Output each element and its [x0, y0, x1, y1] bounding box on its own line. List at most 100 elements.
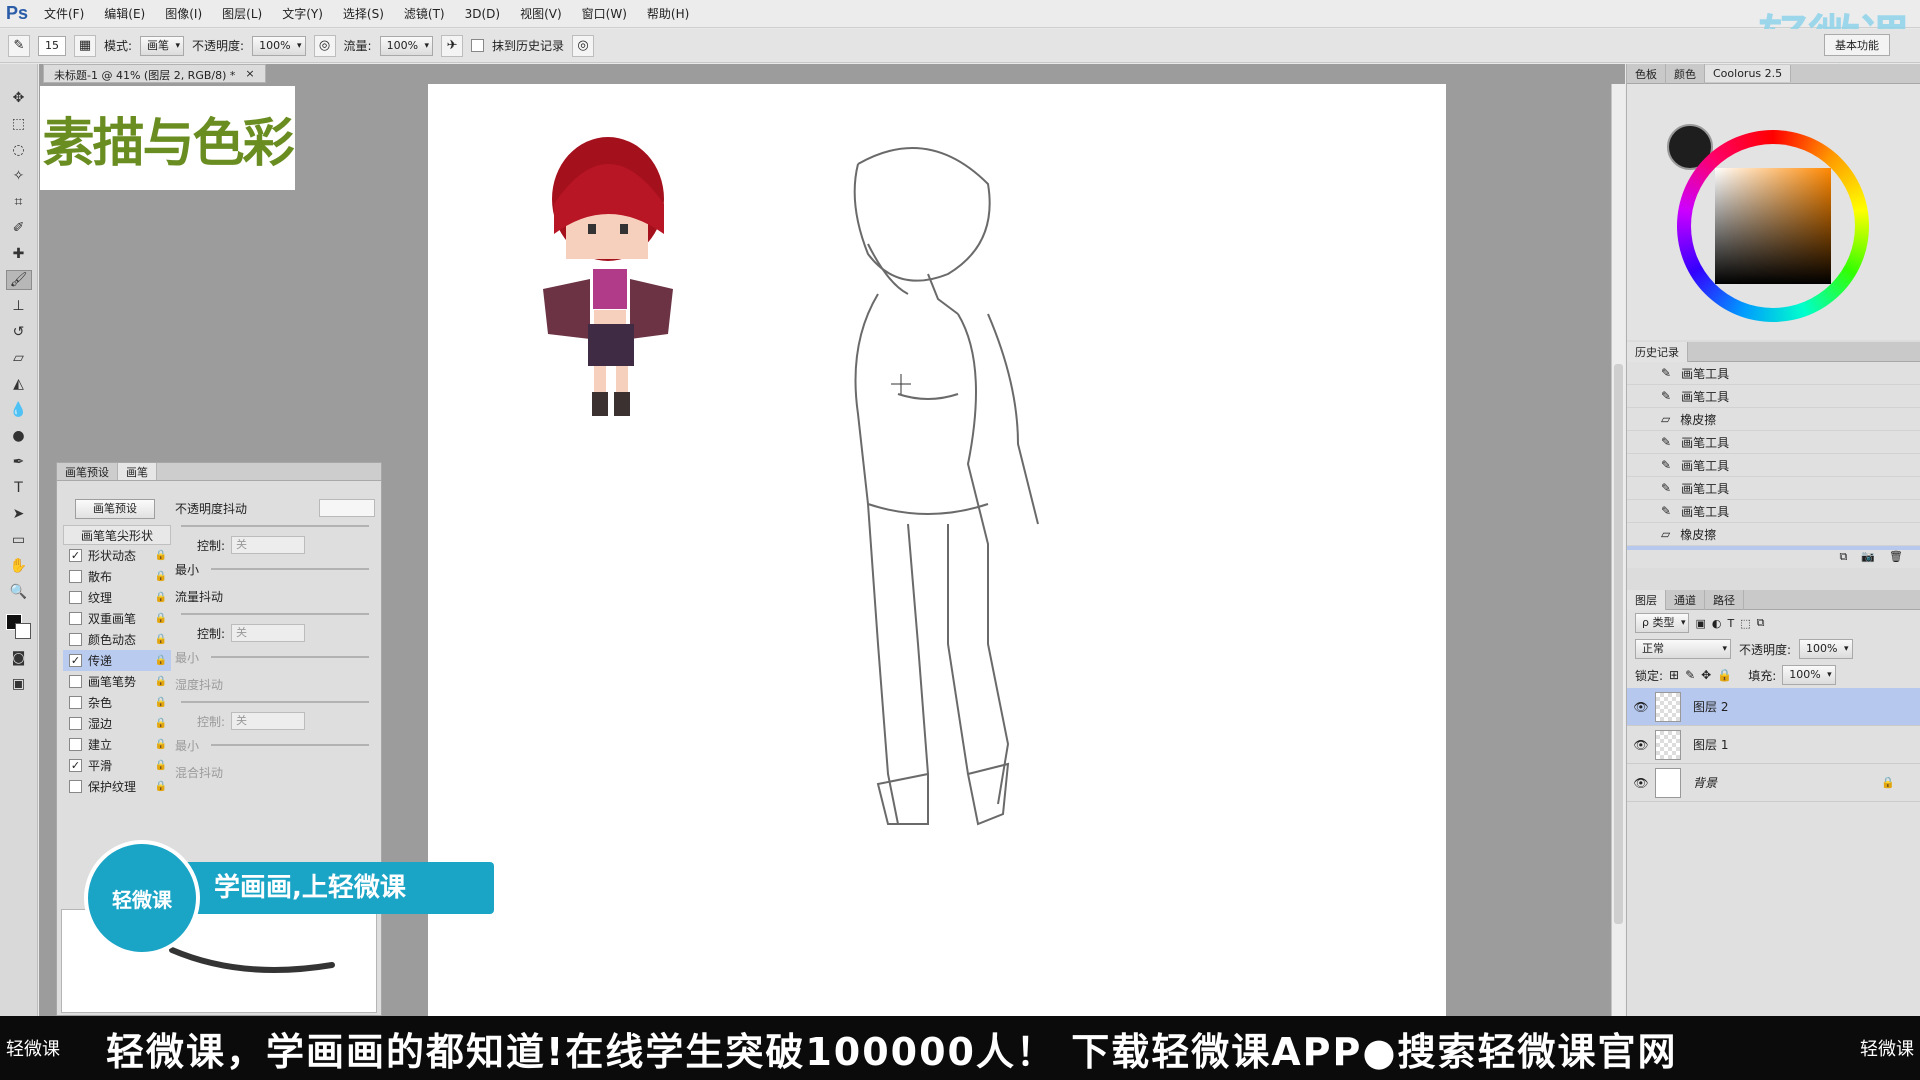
brush-option-checkbox[interactable]: ✓	[69, 549, 82, 562]
lock-image-icon[interactable]: ✎	[1685, 668, 1695, 682]
lock-position-icon[interactable]: ✥	[1701, 668, 1711, 682]
history-item[interactable]: ✎ 画笔工具	[1627, 362, 1920, 385]
lock-icon[interactable]: 🔒	[155, 718, 167, 729]
rectangle-tool-icon[interactable]: ▭	[6, 530, 32, 550]
brush-option-row[interactable]: ✓ 形状动态 🔒	[63, 545, 171, 566]
type-tool-icon[interactable]: T	[6, 478, 32, 498]
layer-row[interactable]: 👁 背景 🔒	[1627, 764, 1920, 802]
tab-brush[interactable]: 画笔	[118, 463, 157, 480]
menu-edit[interactable]: 编辑(E)	[94, 0, 155, 28]
layer-opacity-input[interactable]: 100%	[1799, 639, 1853, 659]
lasso-tool-icon[interactable]: ◌	[6, 140, 32, 160]
saturation-value-square[interactable]	[1715, 168, 1831, 284]
menu-view[interactable]: 视图(V)	[510, 0, 572, 28]
brush-option-checkbox[interactable]	[69, 696, 82, 709]
workspace-switcher[interactable]: 基本功能	[1824, 34, 1890, 56]
tab-channels[interactable]: 通道	[1666, 589, 1705, 610]
lock-icon[interactable]: 🔒	[155, 613, 167, 624]
menu-file[interactable]: 文件(F)	[34, 0, 94, 28]
vertical-scrollbar[interactable]	[1611, 84, 1625, 1016]
lock-icon[interactable]: 🔒	[155, 697, 167, 708]
history-brush-tool-icon[interactable]: ↺	[6, 322, 32, 342]
tab-swatches[interactable]: 色板	[1627, 63, 1666, 84]
layer-name[interactable]: 背景	[1693, 774, 1717, 791]
lock-icon[interactable]: 🔒	[155, 760, 167, 771]
tab-brush-presets[interactable]: 画笔预设	[57, 463, 118, 480]
wet-jitter-slider[interactable]	[175, 695, 375, 709]
lock-icon[interactable]: 🔒	[155, 739, 167, 750]
brush-option-checkbox[interactable]	[69, 738, 82, 751]
history-item[interactable]: ✎ 画笔工具	[1627, 454, 1920, 477]
tab-history[interactable]: 历史记录	[1627, 341, 1688, 362]
layer-row[interactable]: 👁 图层 2	[1627, 688, 1920, 726]
visibility-eye-icon[interactable]: 👁	[1627, 700, 1655, 714]
brush-option-checkbox[interactable]: ✓	[69, 654, 82, 667]
pressure-size-icon[interactable]: ◎	[572, 34, 595, 57]
eyedropper-tool-icon[interactable]: ✐	[6, 218, 32, 238]
menu-type[interactable]: 文字(Y)	[272, 0, 333, 28]
blur-tool-icon[interactable]: 💧	[6, 400, 32, 420]
paint-bucket-tool-icon[interactable]: ◭	[6, 374, 32, 394]
document-tab[interactable]: 未标题-1 @ 41% (图层 2, RGB/8) * ×	[43, 64, 266, 83]
brush-option-row[interactable]: 颜色动态 🔒	[63, 629, 171, 650]
brush-panel-toggle-icon[interactable]: ▦	[74, 34, 96, 57]
filter-adjustment-icon[interactable]: ◐	[1712, 617, 1722, 630]
clone-stamp-tool-icon[interactable]: ⊥	[6, 296, 32, 316]
opacity-control-select[interactable]: 关	[231, 536, 306, 554]
lock-icon[interactable]: 🔒	[155, 592, 167, 603]
brush-option-checkbox[interactable]	[69, 780, 82, 793]
flow-min-slider[interactable]	[205, 650, 375, 664]
crop-tool-icon[interactable]: ⌗	[6, 192, 32, 212]
menu-layer[interactable]: 图层(L)	[212, 0, 272, 28]
hand-tool-icon[interactable]: ✋	[6, 556, 32, 576]
flow-control-select[interactable]: 关	[231, 624, 306, 642]
brush-option-row[interactable]: ✓ 传递 🔒	[63, 650, 171, 671]
quick-select-tool-icon[interactable]: ✧	[6, 166, 32, 186]
wet-min-slider[interactable]	[205, 738, 375, 752]
layer-row[interactable]: 👁 图层 1	[1627, 726, 1920, 764]
brush-tool-icon[interactable]: 🖌	[5, 270, 32, 290]
tab-coolorus[interactable]: Coolorus 2.5	[1705, 65, 1792, 82]
menu-window[interactable]: 窗口(W)	[572, 0, 637, 28]
menu-help[interactable]: 帮助(H)	[637, 0, 699, 28]
brush-option-row[interactable]: 建立 🔒	[63, 734, 171, 755]
mode-select[interactable]: 画笔	[140, 35, 185, 56]
brush-option-row[interactable]: 杂色 🔒	[63, 692, 171, 713]
history-item[interactable]: ▱ 橡皮擦	[1627, 408, 1920, 431]
hue-wheel[interactable]	[1677, 130, 1869, 322]
brush-option-checkbox[interactable]	[69, 612, 82, 625]
layer-kind-filter[interactable]: ρ 类型	[1635, 613, 1690, 633]
menu-3d[interactable]: 3D(D)	[455, 0, 510, 28]
brush-option-row[interactable]: 保护纹理 🔒	[63, 776, 171, 797]
background-color-swatch[interactable]	[14, 623, 31, 639]
brush-size-picker[interactable]: 15	[38, 35, 66, 56]
visibility-eye-icon[interactable]: 👁	[1627, 776, 1655, 790]
opacity-input[interactable]: 100%	[252, 35, 306, 56]
filter-type-icon[interactable]: T	[1728, 617, 1735, 630]
brush-option-row[interactable]: 湿边 🔒	[63, 713, 171, 734]
lock-icon[interactable]: 🔒	[155, 676, 167, 687]
opacity-min-slider[interactable]	[205, 562, 375, 576]
visibility-eye-icon[interactable]: 👁	[1627, 738, 1655, 752]
pressure-opacity-icon[interactable]: ◎	[313, 34, 336, 57]
delete-state-trash-icon[interactable]: 🗑	[1889, 550, 1903, 568]
tab-color[interactable]: 颜色	[1666, 63, 1705, 84]
lock-icon[interactable]: 🔒	[155, 550, 167, 561]
history-item[interactable]: ✎ 画笔工具	[1627, 431, 1920, 454]
history-item[interactable]: ✎ 画笔工具	[1627, 500, 1920, 523]
brush-option-row[interactable]: ✓ 平滑 🔒	[63, 755, 171, 776]
zoom-tool-icon[interactable]: 🔍	[6, 582, 32, 602]
pen-tool-icon[interactable]: ✒	[6, 452, 32, 472]
filter-pixel-icon[interactable]: ▣	[1695, 617, 1705, 630]
menu-filter[interactable]: 滤镜(T)	[394, 0, 455, 28]
brush-tip-shape[interactable]: 画笔笔尖形状	[63, 525, 171, 545]
brush-option-checkbox[interactable]: ✓	[69, 759, 82, 772]
color-swatches[interactable]	[4, 612, 34, 642]
flow-input[interactable]: 100%	[379, 35, 434, 56]
menu-image[interactable]: 图像(I)	[155, 0, 212, 28]
lock-transparent-icon[interactable]: ⊞	[1669, 668, 1679, 682]
filter-smart-object-icon[interactable]: ⧉	[1757, 616, 1765, 630]
brush-option-checkbox[interactable]	[69, 633, 82, 646]
wet-control-select[interactable]: 关	[231, 712, 306, 730]
brush-option-row[interactable]: 纹理 🔒	[63, 587, 171, 608]
